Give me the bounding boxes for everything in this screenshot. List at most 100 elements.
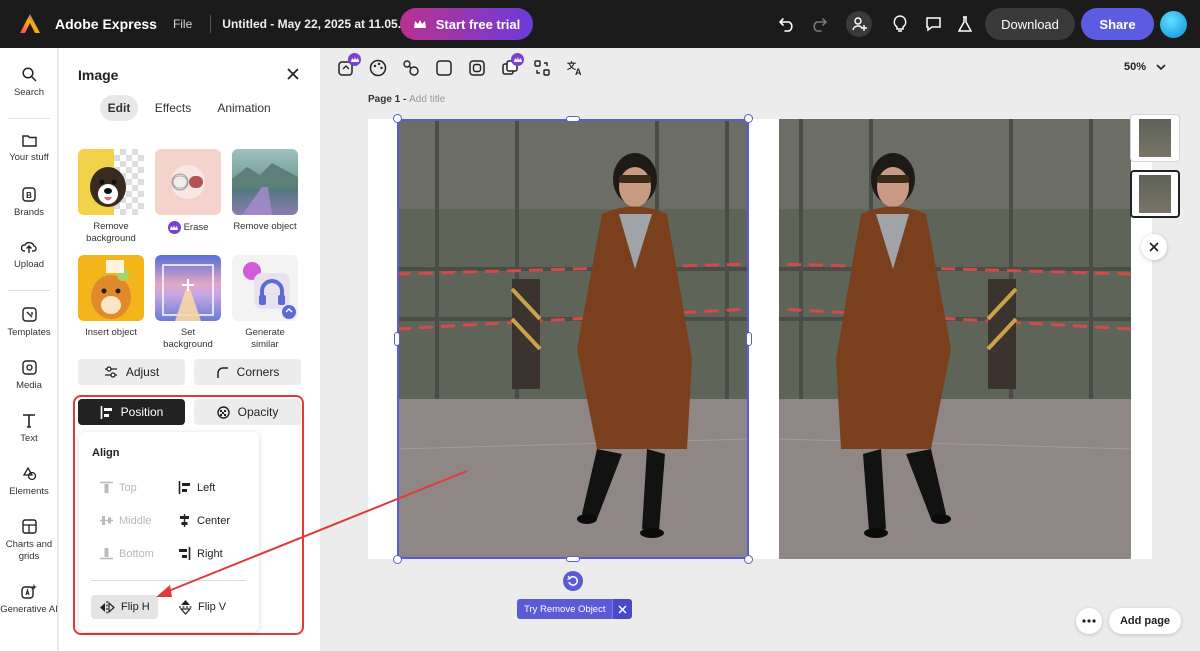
tool-generate-similar[interactable]: Generate similar bbox=[232, 255, 298, 351]
mask-icon[interactable] bbox=[468, 59, 486, 77]
page-label[interactable]: Page 1 - Add title bbox=[368, 94, 445, 105]
rail-item-brands[interactable]: B Brands bbox=[0, 187, 58, 219]
more-options-icon[interactable] bbox=[1076, 608, 1102, 634]
tab-animation[interactable]: Animation bbox=[213, 95, 275, 121]
align-left-button[interactable]: Left bbox=[178, 481, 215, 494]
rail-item-search[interactable]: Search bbox=[0, 67, 58, 99]
translate-icon[interactable]: 文A bbox=[566, 59, 584, 77]
tool-insert-object[interactable]: Insert object bbox=[78, 255, 144, 339]
rail-item-your-stuff[interactable]: Your stuff bbox=[0, 134, 58, 164]
resize-handle-bottom[interactable] bbox=[566, 556, 580, 562]
rail-item-media[interactable]: Media bbox=[0, 360, 58, 392]
adjust-label: Adjust bbox=[125, 365, 160, 379]
align-left-icon bbox=[178, 481, 190, 494]
comment-icon[interactable] bbox=[921, 12, 945, 36]
rail-label: Your stuff bbox=[9, 152, 49, 163]
insert-object-thumbnail bbox=[78, 255, 144, 321]
user-avatar[interactable] bbox=[1160, 11, 1187, 38]
rail-item-charts-and-grids[interactable]: Charts and grids bbox=[0, 519, 58, 563]
start-free-trial-button[interactable]: Start free trial bbox=[400, 8, 533, 40]
invite-user-icon[interactable] bbox=[846, 11, 872, 37]
try-remove-object-chip[interactable]: Try Remove Object bbox=[517, 599, 633, 619]
redo-icon[interactable] bbox=[807, 12, 831, 36]
rail-item-upload[interactable]: Upload bbox=[0, 240, 58, 271]
close-thumbnails-icon[interactable] bbox=[1141, 234, 1167, 260]
align-right-label: Right bbox=[197, 547, 223, 560]
opacity-button[interactable]: Opacity bbox=[194, 399, 301, 425]
rail-item-templates[interactable]: Templates bbox=[0, 307, 58, 339]
page-thumbnail-1[interactable] bbox=[1130, 114, 1180, 162]
tab-effects[interactable]: Effects bbox=[151, 95, 195, 121]
corners-button[interactable]: Corners bbox=[194, 359, 301, 385]
tool-label: Remove background bbox=[86, 221, 136, 244]
premium-crown-icon bbox=[167, 221, 181, 234]
rail-item-generative-ai[interactable]: Generative AI bbox=[0, 584, 58, 616]
crop-shape-icon[interactable] bbox=[435, 59, 453, 77]
rail-item-text[interactable]: Text bbox=[0, 413, 58, 445]
file-menu[interactable]: File bbox=[173, 17, 192, 31]
left-rail: Search Your stuff B Brands Upload Templa… bbox=[0, 48, 58, 651]
upload-icon bbox=[21, 241, 37, 253]
palette-icon[interactable] bbox=[369, 59, 387, 77]
download-button[interactable]: Download bbox=[985, 8, 1075, 40]
flip-horizontal-button[interactable]: Flip H bbox=[91, 595, 158, 619]
rail-item-elements[interactable]: Elements bbox=[0, 466, 58, 498]
resize-handle-left[interactable] bbox=[394, 332, 400, 346]
adjust-button[interactable]: Adjust bbox=[78, 359, 185, 385]
tool-set-background[interactable]: Set background bbox=[155, 255, 221, 351]
try-remove-object-label[interactable]: Try Remove Object bbox=[517, 599, 613, 619]
replace-image-icon[interactable] bbox=[533, 59, 551, 77]
tool-label: Set background bbox=[163, 327, 213, 350]
align-right-button[interactable]: Right bbox=[178, 547, 223, 560]
undo-icon[interactable] bbox=[775, 12, 799, 36]
tool-remove-object[interactable]: Remove object bbox=[232, 149, 298, 233]
thumbnail-image bbox=[1139, 119, 1171, 157]
lightbulb-icon[interactable] bbox=[888, 12, 912, 36]
rail-label: Templates bbox=[7, 327, 51, 338]
remove-background-thumbnail bbox=[78, 149, 144, 215]
generative-ai-icon bbox=[21, 584, 37, 599]
resize-handle-bottom-right[interactable] bbox=[744, 555, 753, 564]
labs-flask-icon[interactable] bbox=[953, 12, 977, 36]
tab-edit[interactable]: Edit bbox=[100, 95, 138, 121]
resize-handle-top-right[interactable] bbox=[744, 114, 753, 123]
animate-icon[interactable] bbox=[402, 59, 420, 77]
svg-text:B: B bbox=[26, 191, 32, 200]
resize-handle-bottom-left[interactable] bbox=[393, 555, 402, 564]
page-title-placeholder[interactable]: Add title bbox=[409, 94, 445, 105]
align-middle-button[interactable]: Middle bbox=[100, 514, 151, 527]
align-bottom-button[interactable]: Bottom bbox=[100, 547, 154, 560]
share-button[interactable]: Share bbox=[1081, 8, 1154, 40]
adobe-express-logo[interactable] bbox=[19, 13, 41, 35]
page-thumbnail-2[interactable] bbox=[1130, 170, 1180, 218]
align-center-button[interactable]: Center bbox=[178, 514, 230, 527]
resize-handle-right[interactable] bbox=[746, 332, 752, 346]
dismiss-chip-icon[interactable] bbox=[612, 599, 633, 619]
flip-vertical-button[interactable]: Flip V bbox=[171, 595, 234, 619]
flipped-image[interactable] bbox=[779, 119, 1131, 559]
erase-thumbnail bbox=[155, 149, 221, 215]
folder-icon bbox=[21, 135, 37, 147]
add-page-button[interactable]: Add page bbox=[1109, 608, 1181, 634]
zoom-control[interactable]: 50% bbox=[1124, 61, 1166, 73]
position-button[interactable]: Position bbox=[78, 399, 185, 425]
rail-label: Text bbox=[20, 433, 38, 444]
resize-handle-top-left[interactable] bbox=[393, 114, 402, 123]
selected-image[interactable] bbox=[397, 119, 749, 559]
elements-icon bbox=[22, 466, 36, 481]
close-panel-icon[interactable] bbox=[286, 67, 300, 81]
tool-remove-background[interactable]: Remove background bbox=[78, 149, 144, 245]
resize-handle-top[interactable] bbox=[566, 116, 580, 122]
tool-erase[interactable]: Erase bbox=[155, 149, 221, 234]
rotate-handle[interactable] bbox=[563, 571, 583, 591]
align-center-label: Center bbox=[197, 514, 231, 527]
rail-label: Media bbox=[16, 380, 42, 391]
rail-label: Elements bbox=[9, 486, 49, 497]
page-number-label: Page 1 - bbox=[368, 94, 410, 105]
align-top-button[interactable]: Top bbox=[100, 481, 137, 494]
rail-divider bbox=[8, 290, 50, 291]
document-title[interactable]: Untitled - May 22, 2025 at 11.05.41 bbox=[222, 17, 414, 31]
rail-label: Generative AI bbox=[0, 604, 58, 615]
flip-horizontal-icon bbox=[100, 600, 115, 614]
generate-similar-thumbnail bbox=[232, 255, 298, 321]
